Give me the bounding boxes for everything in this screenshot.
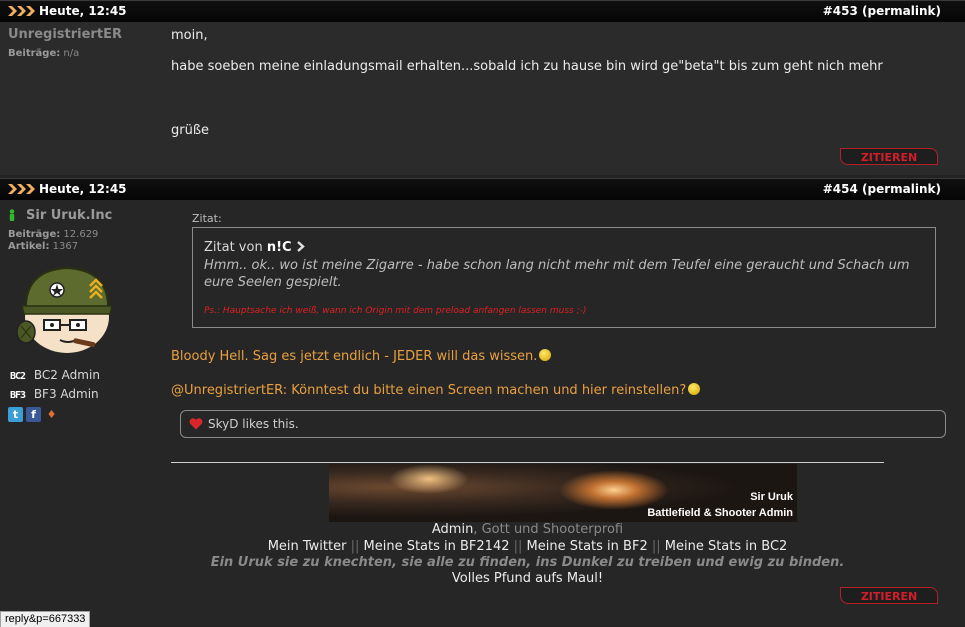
bf2142-stats-link[interactable]: Meine Stats in BF2142: [364, 539, 510, 554]
heart-icon[interactable]: [189, 418, 203, 430]
signature-divider: [171, 462, 884, 463]
twitter-icon[interactable]: t: [8, 407, 23, 422]
post-date: Heute, 12:45: [39, 182, 127, 196]
reply-line-1-text: Bloody Hell. Sag es jetzt endlich - JEDE…: [171, 349, 538, 364]
zitieren-button[interactable]: ZITIEREN: [840, 148, 938, 165]
permalink-link[interactable]: (permalink): [862, 4, 941, 18]
online-status-icon: [9, 209, 15, 221]
post-beitraege: Beiträge: 12.629: [8, 229, 98, 240]
view-post-icon[interactable]: [296, 241, 306, 252]
zitieren-button[interactable]: ZITIEREN: [840, 587, 938, 604]
smiley-icon: [539, 349, 552, 361]
post-line-2: habe soeben meine einladungsmail erhalte…: [171, 59, 883, 74]
banner-glow: [559, 470, 669, 510]
link-separator: ||: [513, 539, 523, 554]
reply-line-2: @UnregistriertER: Könntest du bitte eine…: [171, 383, 701, 398]
post-arrows-icon: [8, 184, 35, 194]
role-bc2: BC2 BC2 Admin: [10, 368, 100, 382]
banner-glow: [389, 464, 469, 494]
signature-quote-text: Ein Uruk sie zu knechten, sie alle zu fi…: [210, 555, 845, 570]
bf3-icon: BF3: [10, 390, 26, 401]
reply-line-2-text: @UnregistriertER: Könntest du bitte eine…: [171, 383, 687, 398]
artikel-value: 1367: [52, 241, 79, 252]
role-label: BF3 Admin: [33, 387, 99, 401]
post-number: #454 (permalink): [823, 182, 941, 196]
beitraege-value: 12.629: [63, 229, 99, 240]
signature-links: Mein Twitter || Meine Stats in BF2142 ||…: [171, 539, 884, 554]
quote-author: Zitat von n!C: [204, 240, 306, 255]
bf2-stats-link[interactable]: Meine Stats in BF2: [527, 539, 648, 554]
beitraege-label: Beiträge:: [8, 48, 61, 59]
post-line-3: grüße: [171, 123, 210, 138]
browser-status-bar: reply&p=667333: [0, 611, 91, 627]
likes-text: SkyD likes this.: [208, 417, 299, 431]
post-header-453: Heute, 12:45 #453 (permalink): [0, 0, 965, 23]
signature-role-rest: , Gott und Shooterprofi: [473, 522, 624, 537]
signature-banner: Sir Uruk Battlefield & Shooter Admin: [329, 464, 797, 522]
role-label: BC2 Admin: [33, 368, 100, 382]
twitter-link[interactable]: Mein Twitter: [268, 539, 347, 554]
post-artikel: Artikel: 1367: [8, 241, 78, 252]
reply-line-1: Bloody Hell. Sag es jetzt endlich - JEDE…: [171, 349, 552, 364]
signature-admin: Admin: [431, 522, 474, 537]
beitraege-value: n/a: [63, 48, 80, 59]
post-number-link[interactable]: #453: [823, 4, 858, 18]
signature-closing: Volles Pfund aufs Maul!: [451, 571, 604, 586]
bc2-icon: BC2: [10, 371, 26, 382]
role-bf3: BF3 BF3 Admin: [10, 387, 99, 401]
smiley-icon: [688, 383, 701, 395]
quote-text: Hmm.. ok.. wo ist meine Zigarre - habe s…: [204, 258, 910, 290]
quote-ps: Ps.: Hauptsache ich weiß, wann ich Origi…: [204, 306, 587, 316]
quote-box: Zitat von n!C Hmm.. ok.. wo ist meine Zi…: [192, 227, 936, 328]
origin-icon[interactable]: ♦: [44, 407, 59, 422]
signature-roles: Admin, Gott und Shooterprofi: [171, 522, 884, 537]
avatar[interactable]: [12, 262, 122, 358]
banner-line-1: Sir Uruk: [750, 491, 793, 503]
quote-author-prefix: Zitat von: [204, 240, 263, 255]
permalink-link[interactable]: (permalink): [862, 182, 941, 196]
signature-quote: Ein Uruk sie zu knechten, sie alle zu fi…: [171, 555, 884, 570]
post-username[interactable]: UnregistriertER: [8, 27, 122, 42]
post-username[interactable]: Sir Uruk.Inc: [26, 208, 112, 223]
post-header-454: Heute, 12:45 #454 (permalink): [0, 178, 965, 201]
quote-author-name[interactable]: n!C: [267, 240, 292, 255]
artikel-label: Artikel:: [8, 241, 50, 252]
post-line-1: moin,: [171, 28, 208, 43]
post-arrows-icon: [8, 6, 35, 16]
quote-label: Zitat:: [192, 212, 222, 225]
facebook-icon[interactable]: f: [26, 407, 41, 422]
post-number-link[interactable]: #454: [823, 182, 858, 196]
likes-box: SkyD likes this.: [180, 410, 946, 438]
post-body-453: UnregistriertER Beiträge: n/a moin, habe…: [0, 22, 965, 175]
post-number: #453 (permalink): [823, 4, 941, 18]
post-date: Heute, 12:45: [39, 4, 127, 18]
banner-line-2: Battlefield & Shooter Admin: [647, 507, 793, 519]
link-separator: ||: [350, 539, 360, 554]
link-separator: ||: [651, 539, 661, 554]
beitraege-label: Beiträge:: [8, 229, 61, 240]
social-links: t f ♦: [8, 407, 62, 422]
bc2-stats-link[interactable]: Meine Stats in BC2: [665, 539, 788, 554]
post-beitraege: Beiträge: n/a: [8, 48, 79, 59]
